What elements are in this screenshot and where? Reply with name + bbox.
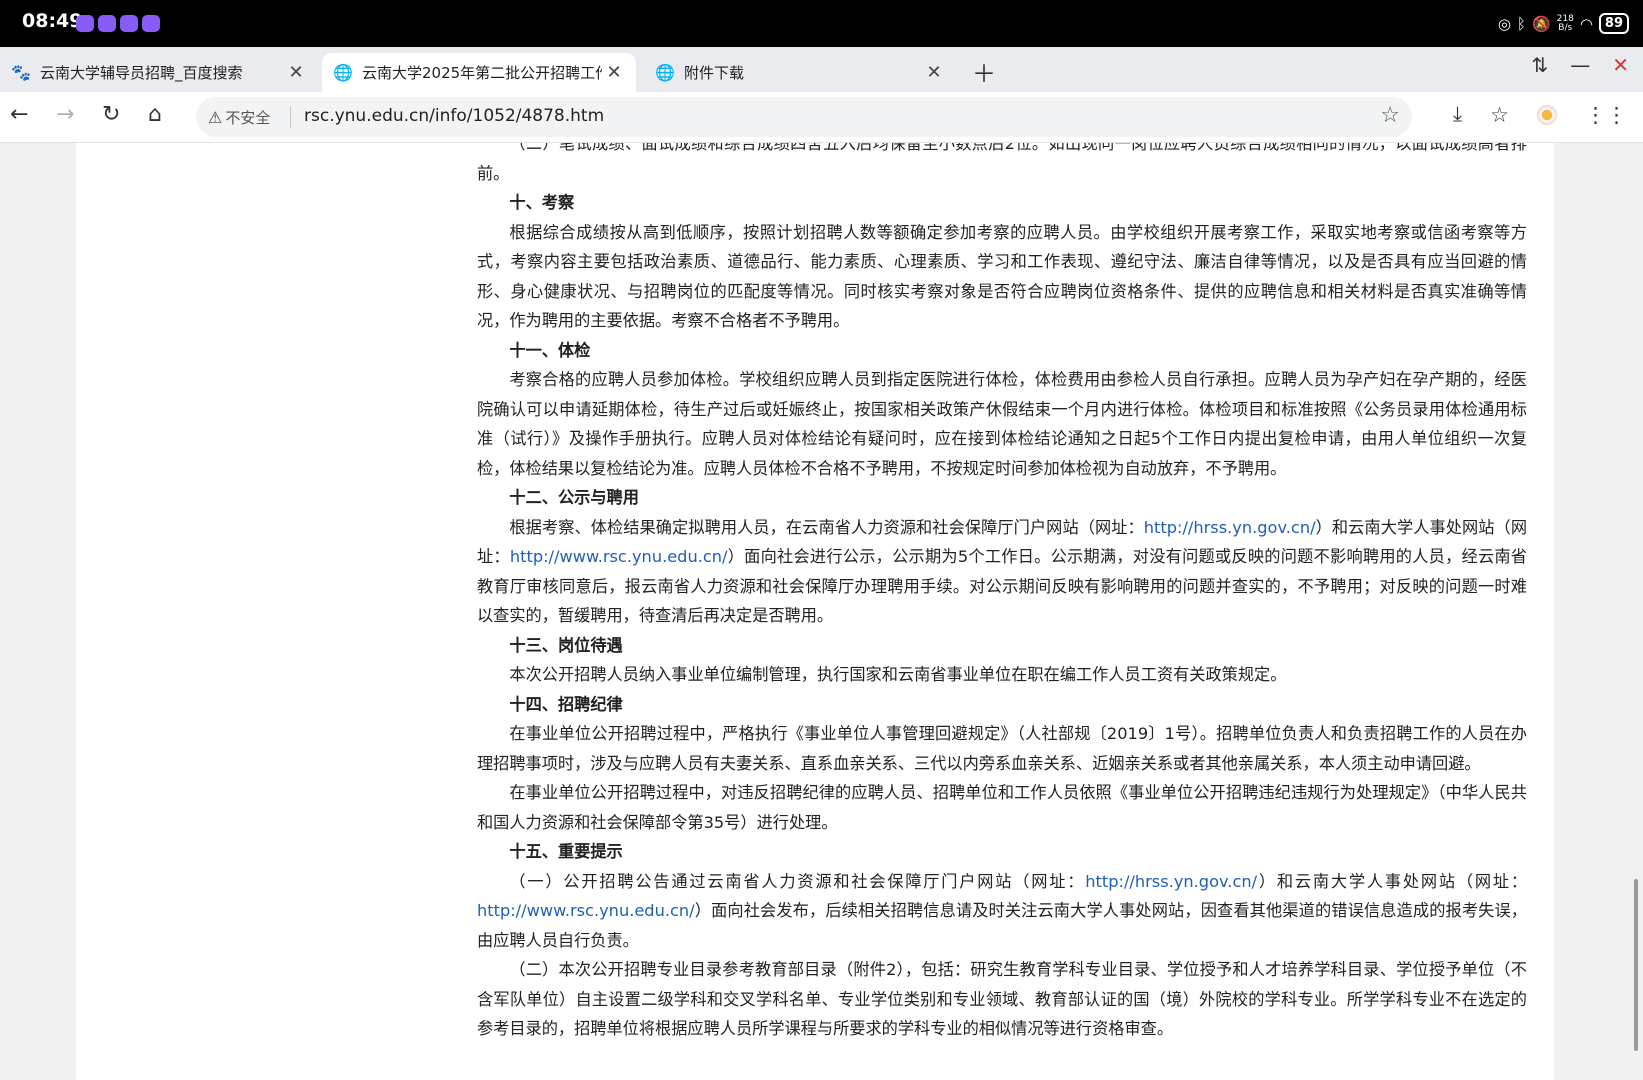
paragraph: （二）本次公开招聘专业目录参考教育部目录（附件2），包括：研究生教育学科专业目录…: [477, 960, 1527, 1038]
battery-indicator: 89: [1598, 13, 1629, 34]
baidu-paw-icon: 🐾: [11, 63, 31, 82]
profile-avatar[interactable]: [1537, 104, 1557, 125]
app-notification-icon: [76, 15, 94, 32]
section-heading-important-notes: 十五、重要提示: [509, 842, 623, 861]
tab-baidu-search[interactable]: 🐾 云南大学辅导员招聘_百度搜索 ✕: [0, 53, 318, 92]
globe-icon: 🌐: [333, 63, 353, 82]
article-body: （二）笔试成绩、面试成绩和综合成绩四舍五入后均保留至小数点后2位。如出现同一岗位…: [477, 143, 1527, 1044]
minimize-icon[interactable]: —: [1570, 53, 1590, 77]
scrollbar-thumb[interactable]: [1634, 879, 1638, 1051]
text: （一）公开招聘公告通过云南省人力资源和社会保障厅门户网站（网址：: [509, 871, 1086, 891]
new-tab-button[interactable]: ＋: [972, 54, 996, 89]
tab-attachment-download[interactable]: 🌐 附件下载 ✕: [644, 53, 956, 92]
paragraph: 本次公开招聘人员纳入事业单位编制管理，执行国家和云南省事业单位在职在编工作人员工…: [509, 665, 1287, 684]
tab-title: 附件下载: [684, 64, 745, 82]
section-heading-publicity-hiring: 十二、公示与聘用: [509, 488, 639, 507]
toolbar-actions: ⤓ ☆ ⋮⋮: [1453, 102, 1627, 127]
text: ）和云南大学人事处网站（网址：: [1257, 871, 1528, 891]
extensions-menu-icon[interactable]: ⋮⋮: [1585, 103, 1627, 127]
system-indicators: ◎ ᛒ 🔕 218 B/s ◠ 89: [1498, 13, 1629, 34]
security-label: 不安全: [225, 109, 271, 127]
close-tab-icon[interactable]: ✕: [922, 62, 946, 83]
tab-search-icon[interactable]: ⇅: [1531, 53, 1548, 77]
page-content: （二）笔试成绩、面试成绩和综合成绩四舍五入后均保留至小数点后2位。如出现同一岗位…: [76, 143, 1554, 1080]
notification-icons: [76, 15, 160, 32]
app-notification-icon: [120, 15, 138, 32]
network-speed: 218 B/s: [1557, 14, 1574, 33]
text: 根据考察、体检结果确定拟聘用人员，在云南省人力资源和社会保障厅门户网站（网址：: [509, 517, 1144, 537]
url-text[interactable]: rsc.ynu.edu.cn/info/1052/4878.htm: [304, 106, 604, 126]
network-speed-unit: B/s: [1558, 22, 1573, 33]
link-rsc-website[interactable]: http://www.rsc.ynu.edu.cn/: [510, 547, 728, 566]
paragraph: （二）笔试成绩、面试成绩和综合成绩四舍五入后均保留至小数点后2位。如出现同一岗位…: [477, 143, 1527, 183]
paragraph: 根据综合成绩按从高到低顺序，按照计划招聘人数等额确定参加考察的应聘人员。由学校组…: [477, 222, 1527, 331]
forward-arrow-icon[interactable]: →: [56, 102, 74, 127]
bluetooth-icon: ᛒ: [1516, 14, 1526, 33]
system-status-bar: 08:49 ◎ ᛒ 🔕 218 B/s ◠ 89: [0, 0, 1643, 47]
section-heading-recruitment-discipline: 十四、招聘纪律: [509, 694, 623, 714]
address-bar[interactable]: ⚠ 不安全 rsc.ynu.edu.cn/info/1052/4878.htm …: [196, 97, 1412, 137]
close-tab-icon[interactable]: ✕: [602, 62, 626, 83]
favorites-icon[interactable]: ☆: [1490, 103, 1509, 127]
paragraph: 根据考察、体检结果确定拟聘用人员，在云南省人力资源和社会保障厅门户网站（网址：h…: [477, 513, 1527, 631]
page-viewport: （二）笔试成绩、面试成绩和综合成绩四舍五入后均保留至小数点后2位。如出现同一岗位…: [0, 143, 1643, 1080]
clock: 08:49: [22, 10, 83, 32]
tab-strip: 🐾 云南大学辅导员招聘_百度搜索 ✕ 🌐 云南大学2025年第二批公开招聘工作 …: [0, 47, 1643, 92]
window-controls: ⇅ — ✕: [1531, 53, 1629, 77]
home-icon[interactable]: ⌂: [148, 102, 162, 127]
tab-recruitment-notice[interactable]: 🌐 云南大学2025年第二批公开招聘工作 ✕: [322, 53, 636, 92]
security-indicator[interactable]: ⚠ 不安全: [208, 107, 270, 128]
close-tab-icon[interactable]: ✕: [284, 62, 308, 83]
divider: [290, 106, 291, 128]
paragraph: （一）公开招聘公告通过云南省人力资源和社会保障厅门户网站（网址：http://h…: [477, 867, 1527, 956]
link-hrss-website[interactable]: http://hrss.yn.gov.cn/: [1144, 518, 1316, 537]
mute-bell-icon: 🔕: [1531, 14, 1551, 33]
link-hrss-website[interactable]: http://hrss.yn.gov.cn/: [1085, 872, 1257, 891]
reload-icon[interactable]: ↻: [102, 102, 120, 127]
globe-icon: 🌐: [655, 63, 675, 82]
download-icon[interactable]: ⤓: [1453, 102, 1462, 127]
nfc-icon: ◎: [1497, 14, 1511, 33]
browser-toolbar: ← → ↻ ⌂ ⚠ 不安全 rsc.ynu.edu.cn/info/1052/4…: [0, 92, 1643, 143]
close-window-icon[interactable]: ✕: [1612, 53, 1629, 77]
app-notification-icon: [142, 15, 160, 32]
section-heading-position-benefits: 十三、岗位待遇: [509, 635, 623, 655]
paragraph: 在事业单位公开招聘过程中，严格执行《事业单位人事管理回避规定》（人社部规〔201…: [477, 724, 1527, 773]
bookmark-star-icon[interactable]: ☆: [1380, 103, 1400, 128]
section-heading-medical-exam: 十一、体检: [509, 340, 591, 360]
app-notification-icon: [98, 15, 116, 32]
paragraph: 考察合格的应聘人员参加体检。学校组织应聘人员到指定医院进行体检，体检费用由参检人…: [477, 370, 1527, 478]
warning-triangle-icon: ⚠: [208, 108, 223, 127]
tab-title: 云南大学2025年第二批公开招聘工作: [362, 64, 602, 82]
link-rsc-website[interactable]: http://www.rsc.ynu.edu.cn/: [477, 901, 695, 920]
wifi-icon: ◠: [1579, 14, 1593, 33]
back-arrow-icon[interactable]: ←: [10, 102, 28, 127]
tab-title: 云南大学辅导员招聘_百度搜索: [40, 64, 243, 82]
paragraph: 在事业单位公开招聘过程中，对违反招聘纪律的应聘人员、招聘单位和工作人员依照《事业…: [477, 783, 1527, 832]
section-heading-inspection: 十、考察: [509, 193, 575, 212]
